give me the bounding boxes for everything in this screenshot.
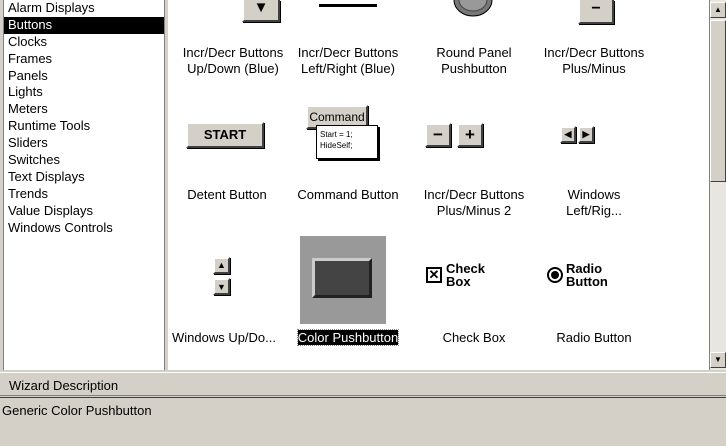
category-item[interactable]: Windows Controls (4, 220, 164, 237)
category-item[interactable]: Text Displays (4, 169, 164, 186)
check-mark-icon: ✕ (426, 267, 442, 283)
wizard-label[interactable]: Incr/Decr Buttons Left/Right (Blue) (283, 45, 413, 77)
category-item[interactable]: Switches (4, 152, 164, 169)
wizard-label[interactable]: Incr/Decr Buttons Up/Down (Blue) (168, 45, 298, 77)
category-item[interactable]: Value Displays (4, 203, 164, 220)
plus-icon: + (457, 123, 483, 147)
wizard-label[interactable]: Incr/Decr Buttons Plus/Minus 2 (409, 187, 539, 219)
category-list[interactable]: Alarm Displays Buttons Clocks Frames Panels L… (3, 0, 165, 370)
wizard-label[interactable]: Radio Button (529, 330, 659, 346)
plusminus-wizard-icon[interactable]: − (536, 0, 656, 24)
command-script-tooltip: Start = 1; HideSelf; (316, 125, 378, 159)
scroll-up-arrow-icon[interactable]: ▲ (710, 2, 726, 18)
wizard-label[interactable]: Windows Up/Do... (168, 330, 286, 346)
category-item[interactable]: Sliders (4, 135, 164, 152)
wizard-label[interactable]: Round Panel Pushbutton (409, 45, 539, 77)
wizard-description-text: Generic Color Pushbutton (0, 397, 726, 446)
down-arrow-icon: ▼ (242, 0, 280, 22)
wizard-label[interactable]: Detent Button (168, 187, 292, 203)
wizard-description-header: Wizard Description (0, 372, 726, 396)
category-item[interactable]: Panels (4, 68, 164, 85)
category-item[interactable]: Lights (4, 84, 164, 101)
category-item[interactable]: Meters (4, 101, 164, 118)
leftright-blue-wizard-icon[interactable] (288, 0, 408, 7)
category-item[interactable]: Clocks (4, 34, 164, 51)
minus-icon: − (425, 123, 451, 147)
checkbox-icon[interactable]: ✕ Check Box (426, 262, 492, 288)
windows-leftright-icon[interactable]: ◀ ▶ (560, 126, 598, 144)
wizard-label-selected[interactable]: Color Pushbutton (283, 329, 413, 346)
wizard-grid: ▼ − Incr/Decr Buttons Up/Down (Blue) Inc… (168, 0, 710, 370)
category-item[interactable]: Buttons (4, 16, 164, 34)
left-arrow-icon: ◀ (560, 126, 576, 143)
wizard-label[interactable]: Check Box (409, 330, 539, 346)
wizard-label[interactable]: Windows Left/Rig... (544, 187, 644, 219)
color-pushbutton-face (312, 258, 372, 298)
up-arrow-icon: ▲ (213, 256, 230, 274)
category-item[interactable]: Alarm Displays (4, 0, 164, 17)
down-arrow-icon: ▼ (213, 278, 230, 295)
radio-dot-icon (547, 267, 563, 283)
minus-icon: − (578, 0, 614, 24)
leftright-blue-icon (319, 0, 377, 7)
category-item[interactable]: Runtime Tools (4, 118, 164, 135)
wizard-label[interactable]: Incr/Decr Buttons Plus/Minus (529, 45, 659, 77)
radio-button-icon[interactable]: Radio Button (547, 262, 612, 288)
right-arrow-icon: ▶ (578, 126, 594, 143)
plusminus2-icon[interactable]: − + (425, 123, 489, 149)
scroll-down-arrow-icon[interactable]: ▼ (710, 352, 726, 368)
command-button-icon[interactable]: Command Start = 1; HideSelf; (306, 105, 386, 165)
category-item[interactable]: Frames (4, 51, 164, 68)
scroll-thumb[interactable] (710, 20, 726, 182)
color-pushbutton-icon[interactable] (300, 236, 386, 324)
category-item[interactable]: Trends (4, 186, 164, 203)
radio-caption: Radio Button (566, 261, 608, 289)
round-panel-wizard-icon[interactable] (413, 0, 533, 18)
checkbox-caption: Check Box (446, 261, 486, 289)
windows-updown-icon[interactable]: ▲ ▼ (213, 256, 233, 300)
vertical-scrollbar[interactable]: ▲ ▼ (710, 0, 726, 370)
round-panel-icon (453, 0, 493, 17)
start-button-icon[interactable]: START (186, 122, 264, 148)
wizard-label[interactable]: Command Button (283, 187, 413, 203)
